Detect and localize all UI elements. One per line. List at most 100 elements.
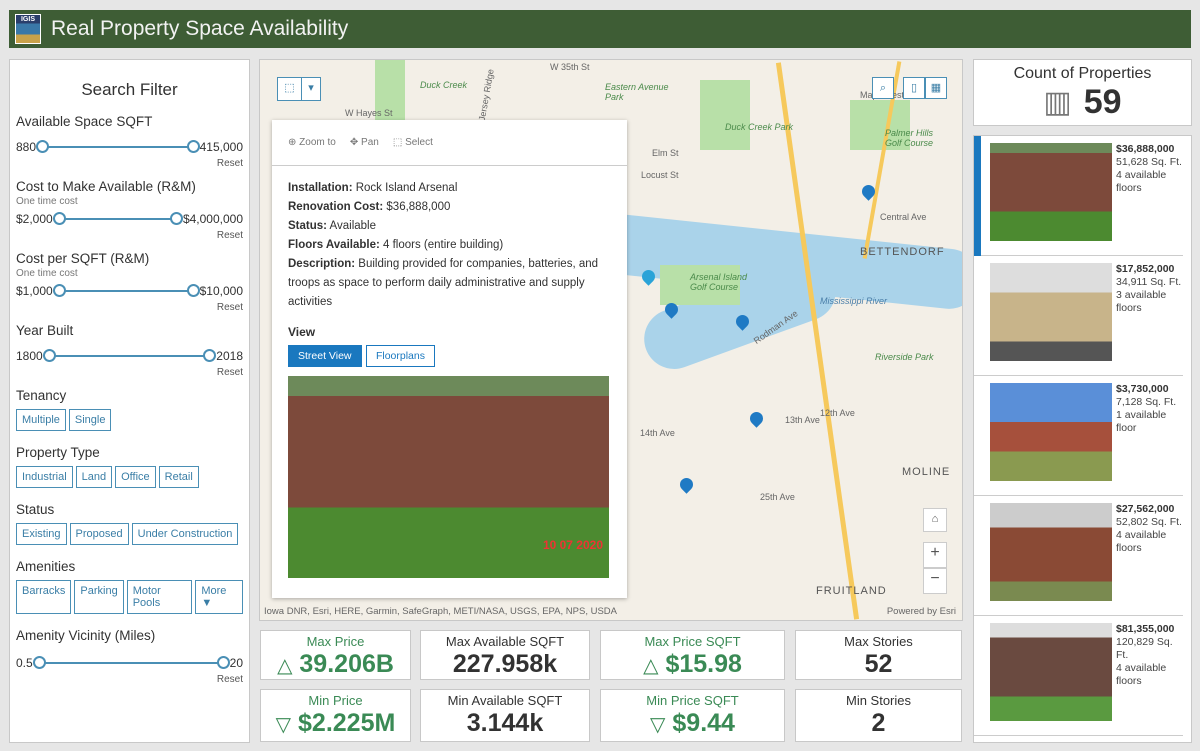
range-slider[interactable]: $2,000 $4,000,000 <box>16 211 243 227</box>
count-title: Count of Properties <box>1013 65 1152 82</box>
slider-min: $1,000 <box>16 284 53 298</box>
zoom-in-button[interactable]: + <box>923 542 947 568</box>
triangle-down-icon: ▽ <box>275 714 292 736</box>
map-label: 14th Ave <box>640 428 675 438</box>
map-label: FRUITLAND <box>816 585 887 597</box>
count-value: 59 <box>1083 83 1122 121</box>
map-label: Elm St <box>652 148 679 158</box>
amenities-label: Amenities <box>16 559 76 574</box>
app-header: IGIS Real Property Space Availability <box>9 10 1191 48</box>
slider-handle-min[interactable] <box>42 349 56 362</box>
slider-handle-max[interactable] <box>203 349 217 362</box>
buildings-icon: ▥ <box>1043 86 1072 119</box>
property-thumbnail <box>990 263 1112 361</box>
slider-sub: One time cost <box>16 196 78 207</box>
filter-option-button[interactable]: Barracks <box>16 580 72 614</box>
slider-handle-min[interactable] <box>52 284 66 297</box>
property-list-item[interactable]: $3,730,000 7,128 Sq. Ft. 1 available floor <box>974 376 1183 496</box>
map-label: Riverside Park <box>875 352 934 362</box>
kpi-card: Max Stories 52 <box>795 630 962 680</box>
slider-handle-max[interactable] <box>216 656 230 669</box>
property-list-item[interactable]: $27,562,000 52,802 Sq. Ft. 4 available flo… <box>974 496 1183 616</box>
filter-option-button[interactable]: Existing <box>16 523 67 545</box>
filter-option-button[interactable]: Land <box>75 466 113 488</box>
filter-option-button[interactable]: Industrial <box>16 466 73 488</box>
filter-option-button[interactable]: Motor Pools <box>126 580 193 614</box>
floorplans-button[interactable]: Floorplans <box>365 345 435 367</box>
reset-link[interactable]: Reset <box>16 302 243 313</box>
map-label: W Hayes St <box>345 108 393 118</box>
map-label: BETTENDORF <box>860 246 945 258</box>
map-attribution: Iowa DNR, Esri, HERE, Garmin, SafeGraph,… <box>264 606 617 617</box>
count-of-properties: Count of Properties ▥ 59 <box>973 59 1192 126</box>
slider-handle-min[interactable] <box>32 656 46 669</box>
property-list-item[interactable]: $36,888,000 51,628 Sq. Ft. 4 available flo… <box>974 136 1183 256</box>
kpi-card: Max Price SQFT △ $15.98 <box>600 630 785 680</box>
slider-handle-min[interactable] <box>52 212 66 225</box>
map-label: Mississippi River <box>820 296 888 306</box>
select-action[interactable]: ⬚ Select <box>393 137 433 148</box>
tenancy-label: Tenancy <box>16 388 67 403</box>
filter-option-button[interactable]: Multiple <box>16 409 66 431</box>
reset-link[interactable]: Reset <box>16 158 243 169</box>
status-label: Status <box>16 502 55 517</box>
map-label: Duck Creek Park <box>725 122 794 132</box>
map-label: Palmer Hills Golf Course <box>885 128 934 148</box>
search-filter-panel: Search Filter Available Space SQFT 880 415… <box>9 59 250 743</box>
slider-min: 880 <box>16 140 37 154</box>
filter-title: Search Filter <box>81 80 178 99</box>
slider-min: $2,000 <box>16 212 53 226</box>
property-list[interactable]: $36,888,000 51,628 Sq. Ft. 4 available flo… <box>973 135 1192 743</box>
slider-max: $4,000,000 <box>182 212 243 226</box>
powered-by-esri[interactable]: Powered by Esri <box>887 606 956 617</box>
range-slider[interactable]: $1,000 $10,000 <box>16 283 243 299</box>
map-label: Arsenal Island Golf Course <box>690 272 748 292</box>
vicinity-slider[interactable]: 0.5 20 <box>16 655 243 671</box>
range-slider[interactable]: 1800 2018 <box>16 348 243 364</box>
pan-action[interactable]: ✥ Pan <box>350 137 379 148</box>
slider-handle-max[interactable] <box>169 212 183 225</box>
property-type-label: Property Type <box>16 445 100 460</box>
building-photo: 10 07 2020 <box>288 376 609 578</box>
reset-link[interactable]: Reset <box>16 367 243 378</box>
reset-link[interactable]: Reset <box>16 230 243 241</box>
filter-option-button[interactable]: Parking <box>74 580 124 614</box>
filter-option-button[interactable]: Office <box>115 466 156 488</box>
filter-option-button[interactable]: Under Construction <box>131 523 239 545</box>
filter-option-button[interactable]: Retail <box>158 466 199 488</box>
filter-option-button[interactable]: Proposed <box>69 523 129 545</box>
zoom-to-action[interactable]: ⊕ Zoom to <box>288 137 336 148</box>
map-pin[interactable] <box>677 475 696 494</box>
property-thumbnail <box>990 383 1112 481</box>
search-icon[interactable]: ⌕ <box>872 77 894 99</box>
property-list-item[interactable]: $81,355,000 120,829 Sq. Ft. 4 available fl… <box>974 616 1183 736</box>
slider-handle-max[interactable] <box>186 140 200 153</box>
property-list-item[interactable]: $17,852,000 34,911 Sq. Ft. 3 available flo… <box>974 256 1183 376</box>
vicinity-label: Amenity Vicinity (Miles) <box>16 628 156 643</box>
map-pin[interactable] <box>747 409 766 428</box>
slider-sub: One time cost <box>16 268 78 279</box>
basemap-gallery-icon[interactable]: ▦ <box>925 77 947 99</box>
slider-handle-max[interactable] <box>186 284 200 297</box>
select-tool-icon[interactable]: ⬚ <box>277 77 302 101</box>
dropdown-chevron-icon[interactable]: ▾ <box>301 77 321 101</box>
slider-handle-min[interactable] <box>36 140 50 153</box>
map-label: Central Ave <box>880 212 927 222</box>
feature-popup: ⊕ Zoom to ✥ Pan ⬚ Select Installation: R… <box>272 120 627 598</box>
app-title: Real Property Space Availability <box>51 17 349 40</box>
street-view-button[interactable]: Street View <box>288 345 362 367</box>
slider-label: Year Built <box>16 323 74 338</box>
map-view[interactable]: W 35th St Duck Creek Eastern Avenue Park… <box>259 59 963 621</box>
home-icon[interactable]: ⌂ <box>923 508 947 532</box>
range-slider[interactable]: 880 415,000 <box>16 139 243 155</box>
filter-option-button[interactable]: More ▼ <box>195 580 243 614</box>
slider-min: 0.5 <box>16 656 33 670</box>
igis-logo: IGIS <box>15 14 41 44</box>
zoom-out-button[interactable]: − <box>923 568 947 594</box>
filter-option-button[interactable]: Single <box>68 409 112 431</box>
reset-link[interactable]: Reset <box>16 674 243 685</box>
bookmark-icon[interactable]: ▯ <box>903 77 925 99</box>
popup-field: Floors Available: 4 floors (entire build… <box>288 239 504 251</box>
kpi-card: Min Stories 2 <box>795 689 962 742</box>
kpi-card: Max Available SQFT 227.958k <box>420 630 590 680</box>
